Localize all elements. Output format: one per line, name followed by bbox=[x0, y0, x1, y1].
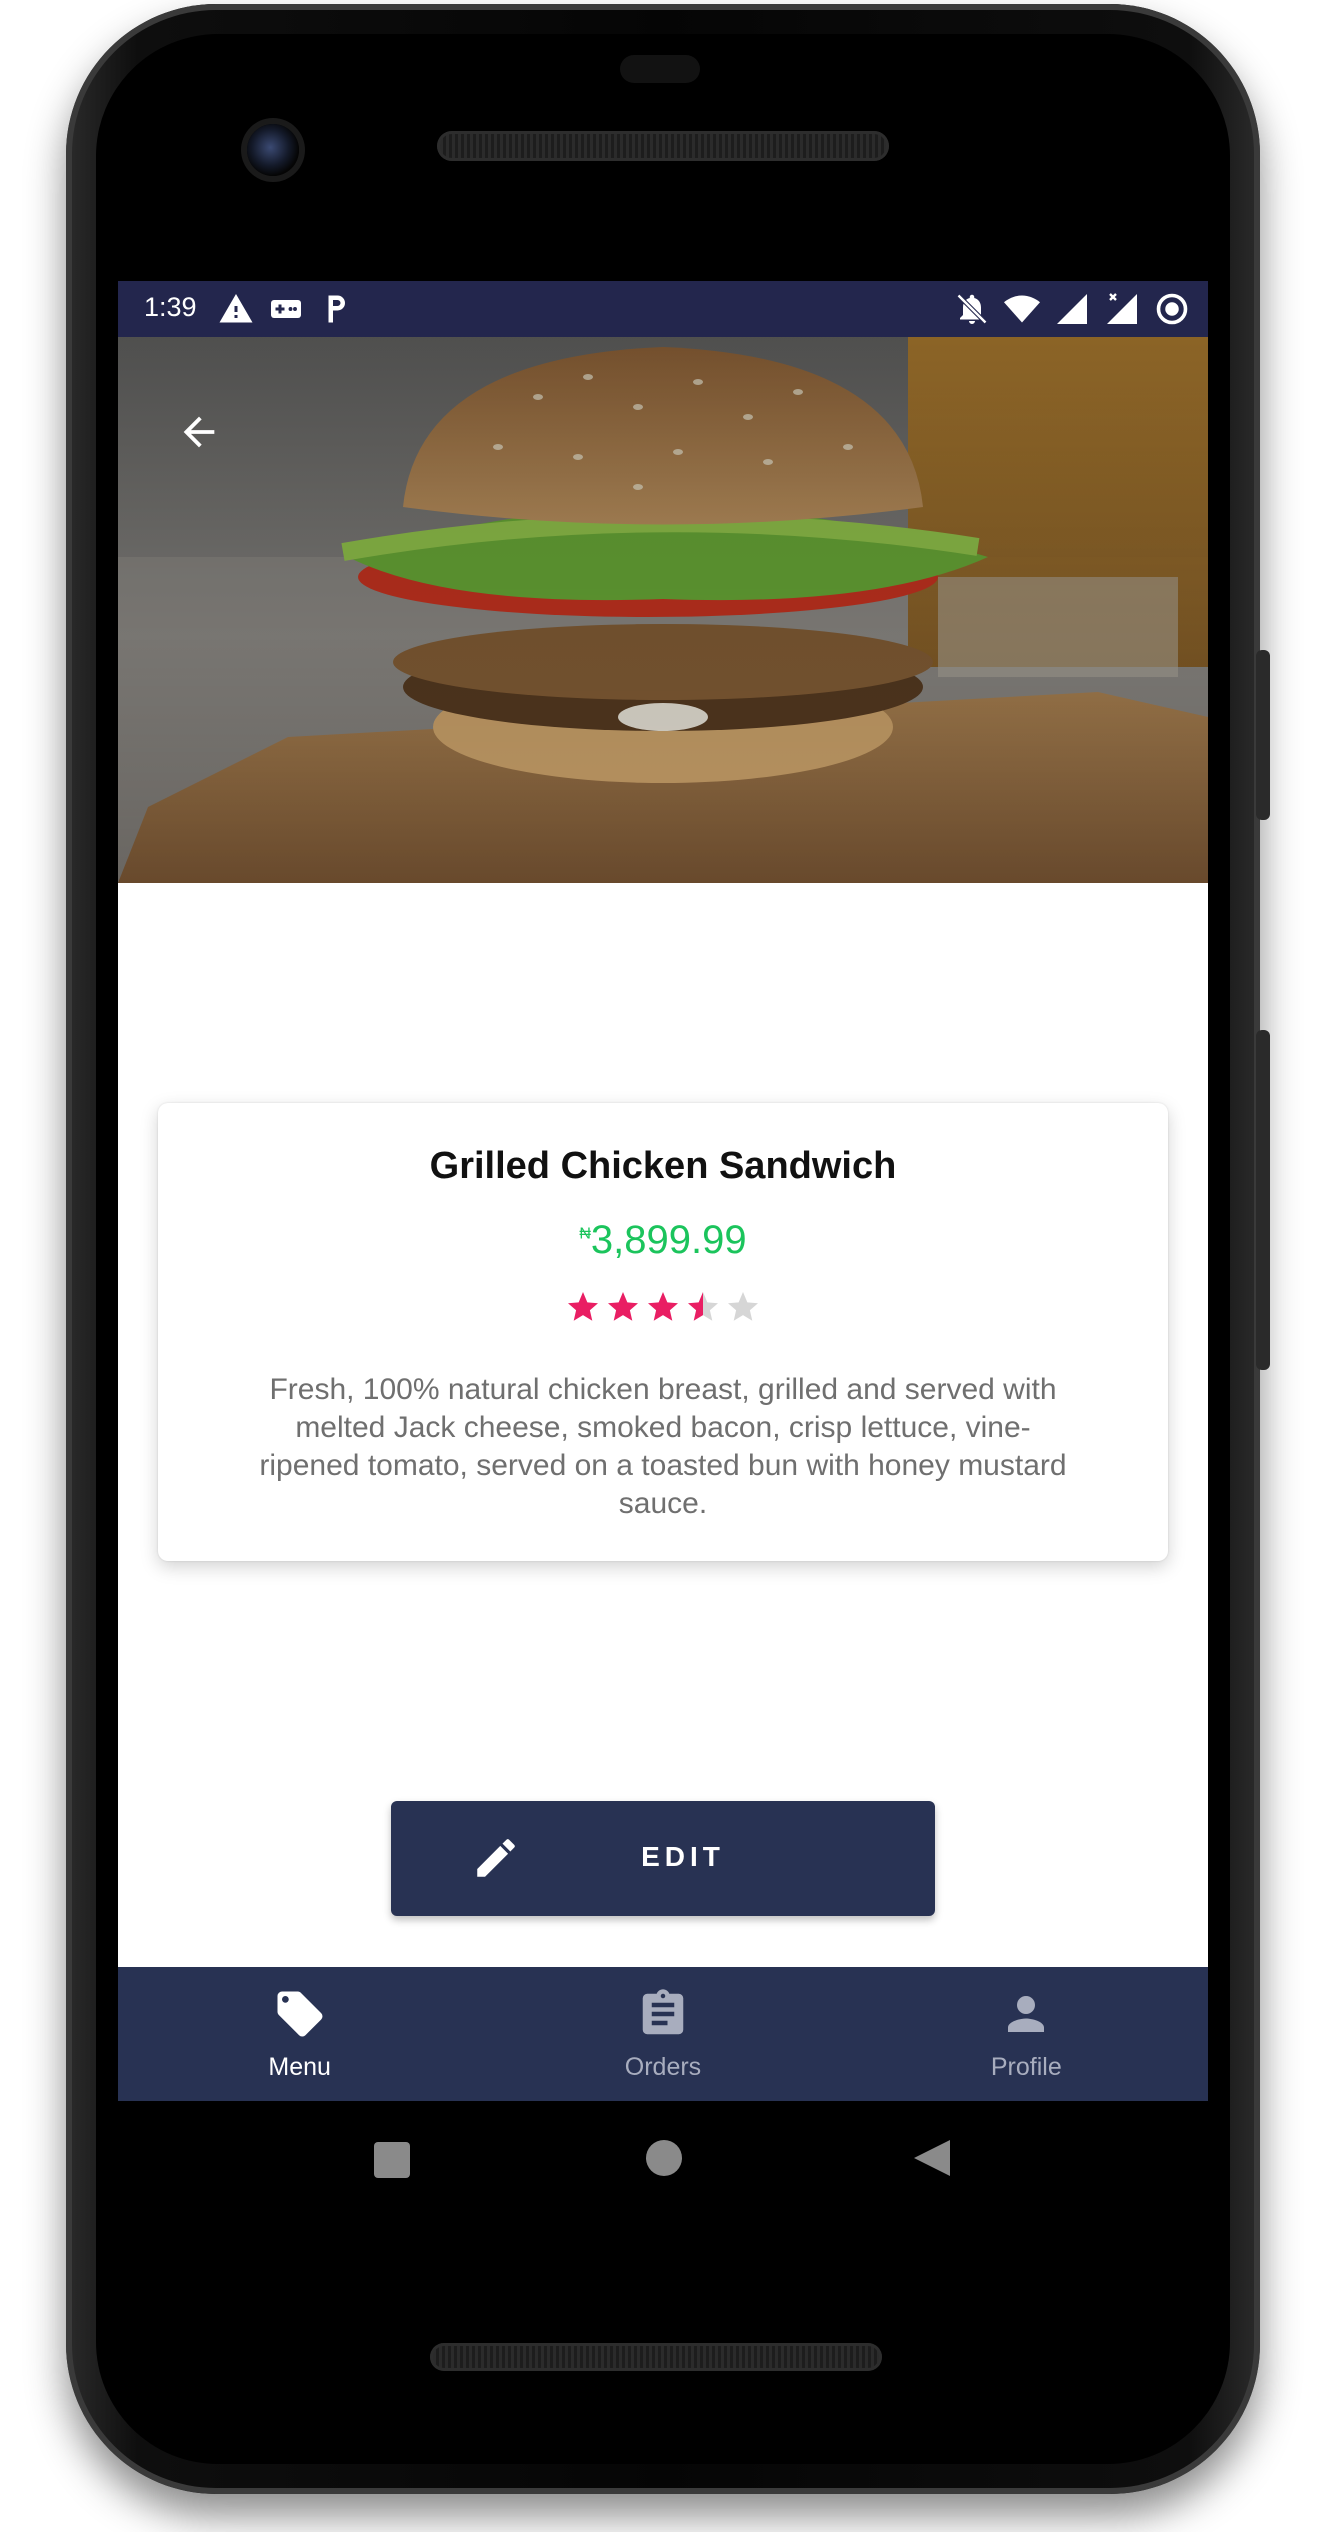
rating-stars bbox=[158, 1289, 1168, 1325]
back-button[interactable] bbox=[164, 397, 234, 467]
person-icon bbox=[1008, 1996, 1045, 2032]
top-sensor bbox=[620, 55, 700, 83]
signal-icon bbox=[1057, 294, 1087, 324]
arrow-left-icon bbox=[183, 416, 215, 448]
product-description: Fresh, 100% natural chicken breast, gril… bbox=[259, 1373, 1067, 1520]
status-bar: 1:39 bbox=[118, 281, 1208, 337]
gamepad-icon bbox=[271, 300, 301, 318]
power-button bbox=[1256, 650, 1270, 820]
burger-illustration bbox=[118, 337, 1208, 883]
clipboard-icon bbox=[642, 1989, 684, 2035]
product-image bbox=[118, 337, 1208, 883]
nav-item-profile[interactable]: Profile bbox=[845, 1967, 1208, 2101]
currency-symbol: ₦ bbox=[579, 1225, 591, 1243]
nav-item-orders[interactable]: Orders bbox=[481, 1967, 844, 2101]
bottom-navigation: Menu Orders Profile bbox=[118, 1967, 1208, 2101]
nav-label-orders: Orders bbox=[624, 2053, 702, 2081]
recents-button[interactable] bbox=[372, 2140, 412, 2180]
tag-icon bbox=[277, 1991, 323, 2037]
star-icon bbox=[608, 1292, 638, 1321]
signal-x-icon bbox=[1107, 293, 1137, 324]
front-camera bbox=[247, 124, 299, 176]
top-speaker bbox=[437, 131, 889, 161]
status-time: 1:39 bbox=[144, 292, 197, 322]
edit-button-label: EDIT bbox=[641, 1841, 725, 1872]
app-screen: 1:39 Grilled Chicken Sandwich ₦3,899.99 … bbox=[118, 281, 1208, 2101]
star-icon bbox=[568, 1292, 598, 1321]
nav-label-profile: Profile bbox=[990, 2053, 1062, 2081]
bottom-speaker bbox=[430, 2343, 882, 2371]
star-icon bbox=[688, 1292, 718, 1321]
volume-button bbox=[1256, 1030, 1270, 1370]
notifications-off-icon bbox=[956, 293, 988, 325]
product-price: ₦3,899.99 bbox=[158, 1218, 1168, 1263]
wifi-icon bbox=[1004, 295, 1040, 323]
star-icon bbox=[648, 1292, 678, 1321]
home-button[interactable] bbox=[644, 2138, 684, 2178]
record-icon bbox=[1156, 293, 1188, 325]
product-card: Grilled Chicken Sandwich ₦3,899.99 Fresh… bbox=[158, 1103, 1168, 1561]
star-icon bbox=[728, 1292, 758, 1321]
nav-item-menu[interactable]: Menu bbox=[118, 1967, 481, 2101]
edit-button[interactable]: EDIT bbox=[391, 1801, 935, 1916]
parking-icon bbox=[328, 295, 345, 323]
system-navigation-bar bbox=[0, 2122, 1330, 2202]
back-nav-button[interactable] bbox=[910, 2136, 954, 2180]
warning-icon bbox=[219, 294, 253, 323]
price-value: 3,899.99 bbox=[590, 1218, 747, 1262]
product-name: Grilled Chicken Sandwich bbox=[429, 1145, 897, 1187]
nav-label-menu: Menu bbox=[268, 2053, 331, 2081]
